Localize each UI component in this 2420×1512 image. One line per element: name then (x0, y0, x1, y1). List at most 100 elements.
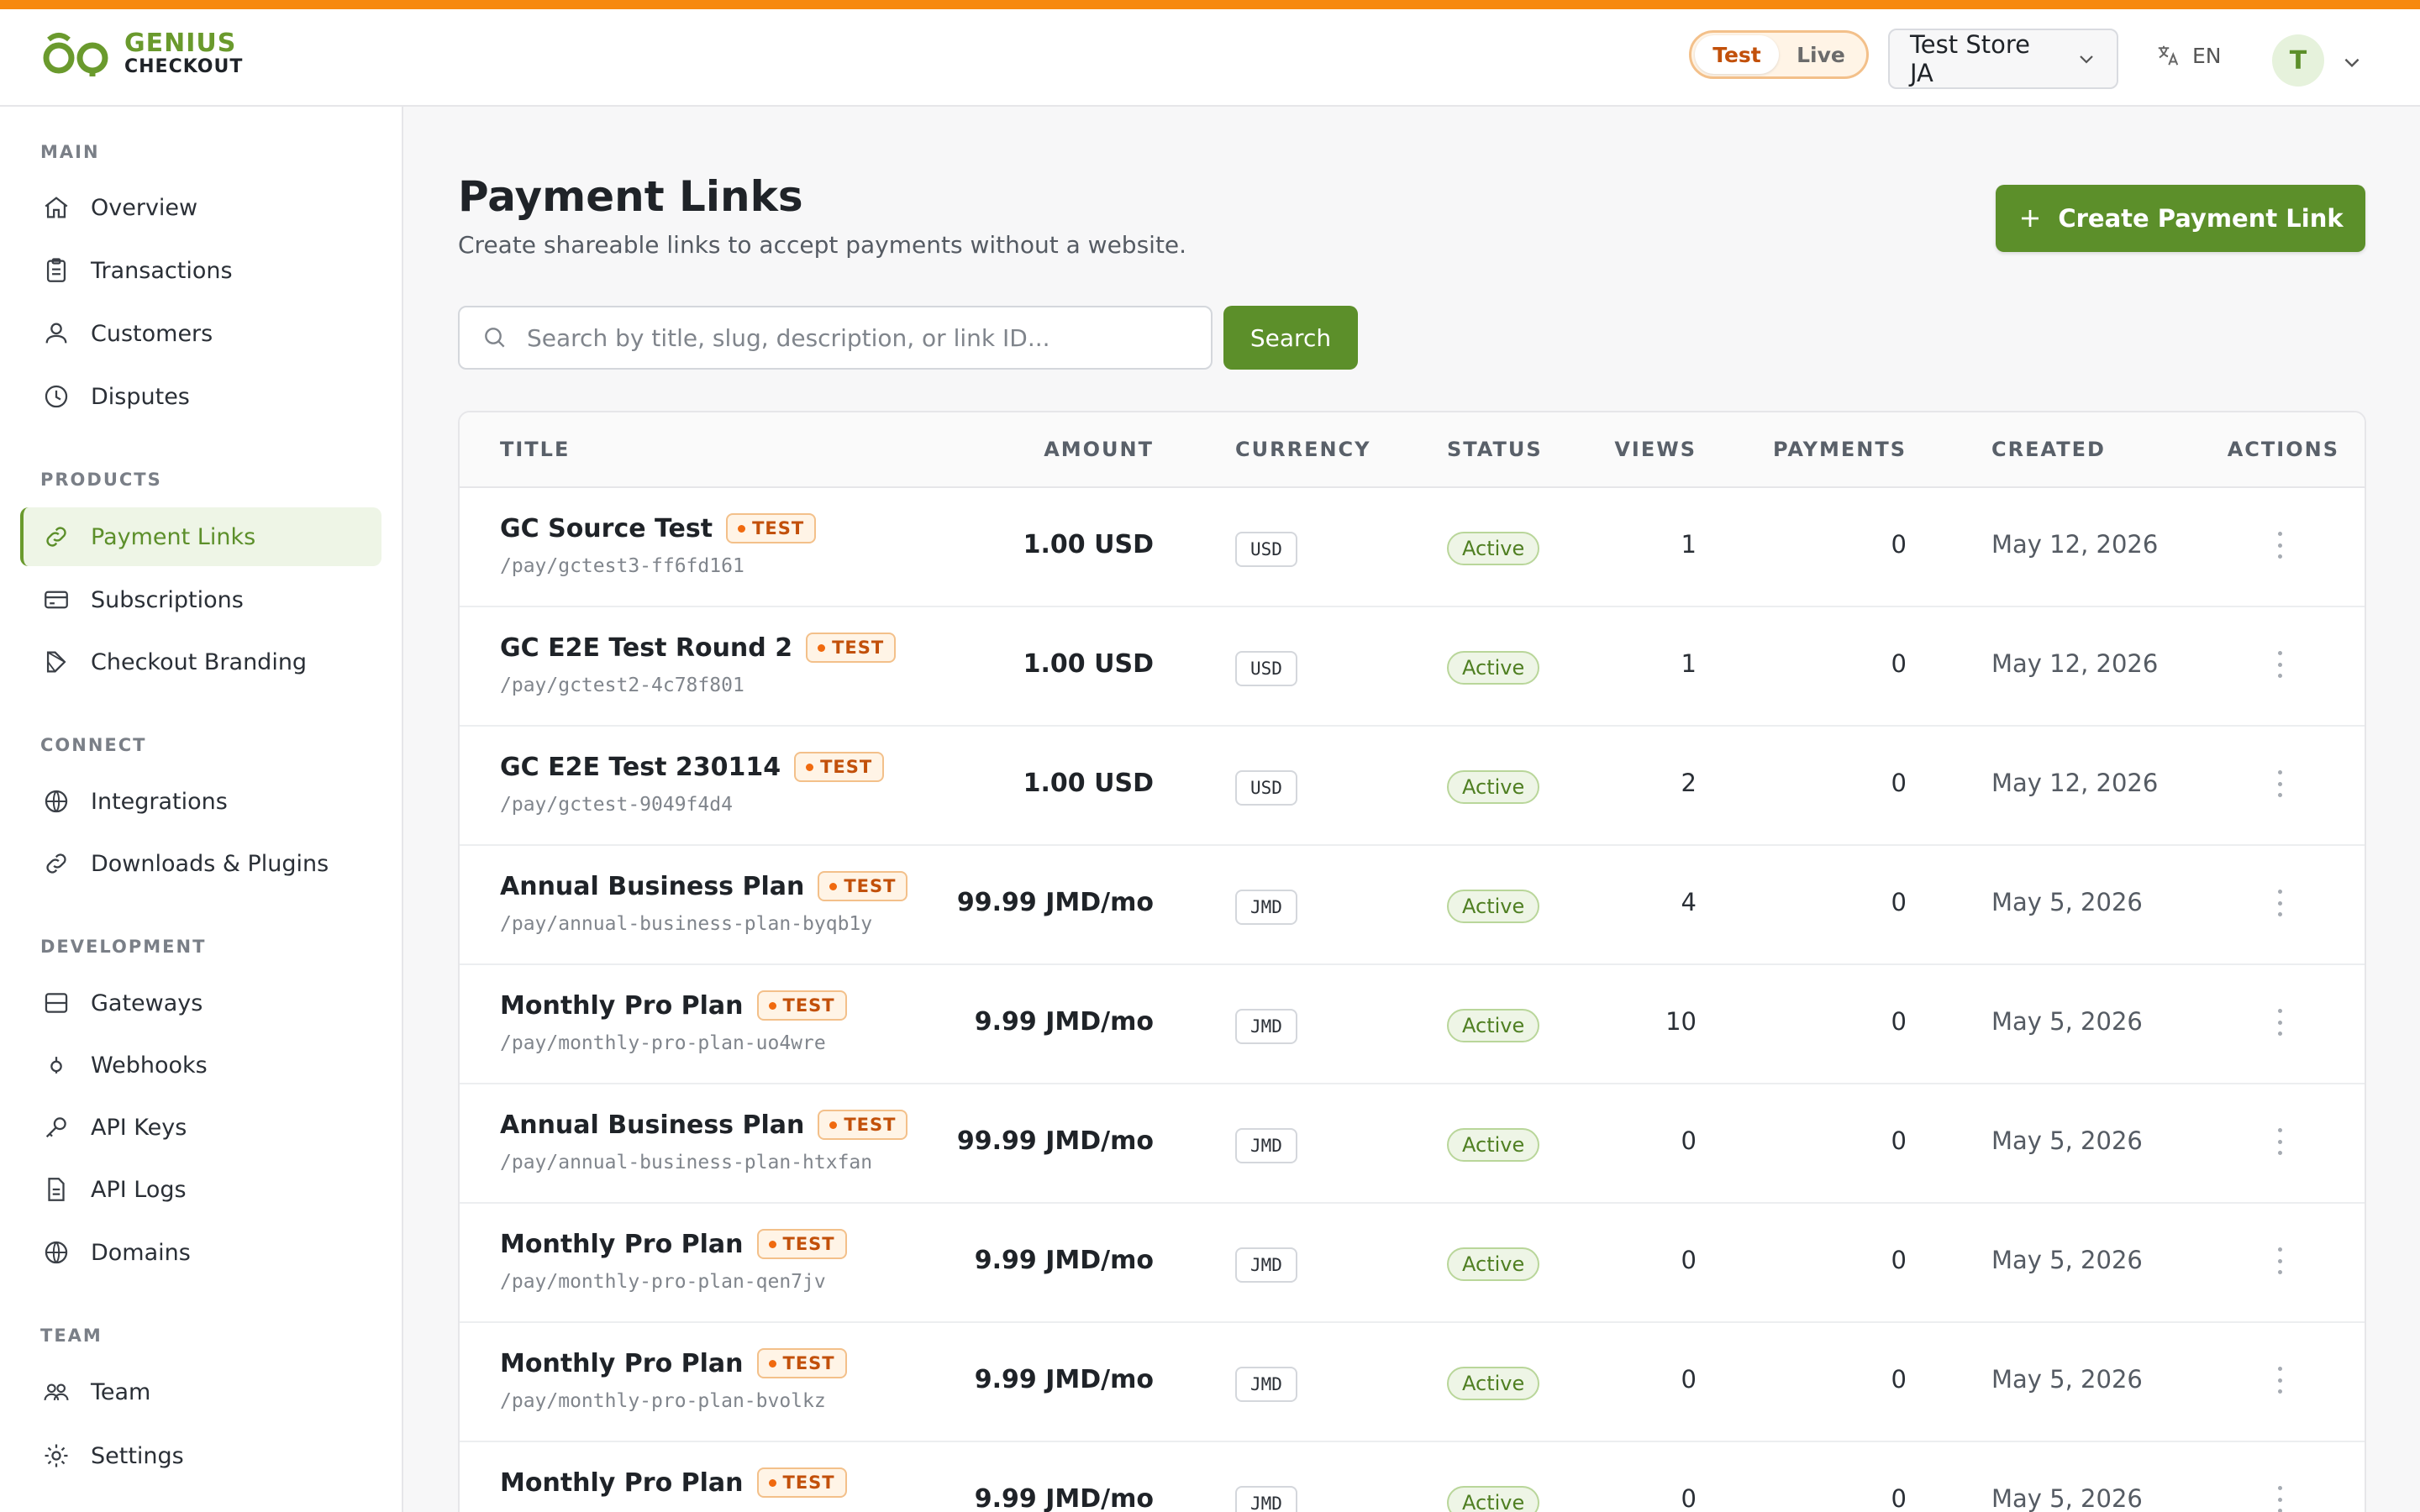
test-badge-label: TEST (832, 638, 885, 658)
test-badge-label: TEST (782, 995, 835, 1016)
column-header-views[interactable]: VIEWS (1614, 438, 1697, 461)
gear-icon (45, 1444, 68, 1467)
table-row[interactable]: Annual Business Plan TEST/pay/annual-busi… (460, 1084, 2365, 1204)
status-badge: Active (1447, 1009, 1540, 1042)
sidebar-item-api-keys[interactable]: API Keys (20, 1098, 381, 1157)
more-actions-icon[interactable] (2271, 1242, 2288, 1279)
store-selector[interactable]: Test Store JA (1888, 29, 2118, 89)
table-row[interactable]: Annual Business Plan TEST/pay/annual-busi… (460, 846, 2365, 965)
link-amount: 99.99 JMD/mo (956, 1126, 1154, 1156)
table-row[interactable]: Monthly Pro Plan TEST/pay/monthly-pro-pla… (460, 1204, 2365, 1323)
created-date: May 5, 2026 (1991, 1126, 2143, 1155)
users-icon (45, 323, 67, 344)
brand-logo[interactable]: GENIUS CHECKOUT (40, 28, 243, 80)
test-live-toggle[interactable]: Test Live (1689, 30, 1869, 79)
sidebar-item-api-logs[interactable]: API Logs (20, 1160, 381, 1219)
sidebar-item-label: Overview (91, 194, 198, 221)
table-row[interactable]: Monthly Pro Plan TEST/pay/monthly-pro-pla… (460, 1323, 2365, 1442)
test-badge-label: TEST (752, 518, 805, 538)
table-row[interactable]: GC Source Test TEST/pay/gctest3-ff6fd161 1… (460, 488, 2365, 607)
payments-count: 0 (1891, 649, 1907, 678)
sidebar-item-subscriptions[interactable]: Subscriptions (20, 570, 381, 629)
link-title[interactable]: Monthly Pro Plan (500, 1349, 744, 1378)
sidebar-item-payment-links[interactable]: Payment Links (20, 507, 381, 566)
sidebar-item-label: Webhooks (91, 1052, 208, 1079)
more-actions-icon[interactable] (2271, 1362, 2288, 1399)
sidebar-item-overview[interactable]: Overview (20, 178, 381, 237)
views-count: 1 (1681, 530, 1697, 559)
status-dot-icon (738, 524, 746, 533)
sidebar-item-customers[interactable]: Customers (20, 304, 381, 363)
table-row[interactable]: GC E2E Test Round 2 TEST/pay/gctest2-4c78… (460, 607, 2365, 727)
mode-test-option[interactable]: Test (1695, 35, 1779, 74)
link-title[interactable]: GC E2E Test 230114 (500, 753, 781, 782)
search-button[interactable]: Search (1223, 306, 1358, 370)
more-actions-icon[interactable] (2271, 1481, 2288, 1512)
column-header-title[interactable]: TITLE (500, 438, 570, 461)
sidebar-item-webhooks[interactable]: Webhooks (20, 1036, 381, 1095)
link-title[interactable]: Annual Business Plan (500, 872, 804, 901)
payments-count: 0 (1891, 530, 1907, 559)
sidebar-item-checkout-branding[interactable]: Checkout Branding (20, 633, 381, 691)
more-actions-icon[interactable] (2271, 885, 2288, 921)
test-badge-label: TEST (820, 757, 873, 777)
link-title-group: GC E2E Test Round 2 TEST (500, 633, 897, 663)
link-amount: 1.00 USD (1023, 530, 1154, 559)
sidebar-item-downloads-plugins[interactable]: Downloads & Plugins (20, 834, 381, 893)
payments-count: 0 (1891, 1007, 1907, 1036)
sidebar-item-transactions[interactable]: Transactions (20, 241, 381, 300)
status-dot-icon (768, 1478, 776, 1487)
column-header-status[interactable]: STATUS (1447, 438, 1543, 461)
link-slug: /pay/annual-business-plan-byqb1y (500, 913, 873, 935)
column-header-currency[interactable]: CURRENCY (1235, 438, 1371, 461)
table-row[interactable]: Monthly Pro Plan TEST 9.99 JMD/mo JMD Active… (460, 1442, 2365, 1512)
more-actions-icon[interactable] (2271, 1123, 2288, 1160)
link-slug: /pay/monthly-pro-plan-bvolkz (500, 1390, 826, 1412)
more-actions-icon[interactable] (2271, 527, 2288, 564)
user-avatar[interactable]: T (2272, 34, 2324, 87)
sidebar-item-label: Disputes (91, 383, 190, 410)
link-title[interactable]: Monthly Pro Plan (500, 1230, 744, 1259)
more-actions-icon[interactable] (2271, 765, 2288, 802)
more-actions-icon[interactable] (2271, 1004, 2288, 1041)
section-label-products: PRODUCTS (40, 470, 162, 490)
status-dot-icon (829, 882, 838, 890)
payments-count: 0 (1891, 1484, 1907, 1512)
sidebar-item-integrations[interactable]: Integrations (20, 772, 381, 831)
column-header-created[interactable]: CREATED (1991, 438, 2106, 461)
key-icon (45, 1117, 66, 1138)
table-row[interactable]: GC E2E Test 230114 TEST/pay/gctest-9049f4… (460, 727, 2365, 846)
sidebar-item-gateways[interactable]: Gateways (20, 974, 381, 1032)
column-header-payments[interactable]: PAYMENTS (1773, 438, 1907, 461)
search-box[interactable] (458, 306, 1213, 370)
test-badge-label: TEST (782, 1353, 835, 1373)
mode-live-option[interactable]: Live (1779, 35, 1863, 74)
create-payment-link-button[interactable]: Create Payment Link (1996, 185, 2365, 252)
globe-icon (45, 790, 68, 813)
status-badge: Active (1447, 1486, 1540, 1512)
test-badge: TEST (726, 513, 817, 543)
sidebar-item-team[interactable]: Team (20, 1362, 381, 1421)
more-actions-icon[interactable] (2271, 646, 2288, 683)
sidebar-item-domains[interactable]: Domains (20, 1223, 381, 1282)
link-title[interactable]: GC Source Test (500, 514, 713, 543)
sidebar-item-label: Team (91, 1378, 151, 1405)
table-row[interactable]: Monthly Pro Plan TEST/pay/monthly-pro-pla… (460, 965, 2365, 1084)
column-header-amount[interactable]: AMOUNT (1044, 438, 1154, 461)
search-input[interactable] (527, 323, 1182, 352)
chevron-down-icon[interactable] (2341, 51, 2363, 73)
sidebar-item-disputes[interactable]: Disputes (20, 367, 381, 426)
link-amount: 9.99 JMD/mo (974, 1007, 1154, 1037)
link-title-group: GC Source Test TEST (500, 513, 817, 543)
test-badge-label: TEST (844, 876, 897, 896)
link-title[interactable]: GC E2E Test Round 2 (500, 633, 792, 663)
link-title-group: GC E2E Test 230114 TEST (500, 752, 885, 782)
link-title[interactable]: Annual Business Plan (500, 1110, 804, 1140)
status-badge: Active (1447, 770, 1540, 804)
status-dot-icon (829, 1121, 838, 1129)
link-title[interactable]: Monthly Pro Plan (500, 1468, 744, 1498)
link-icon (46, 853, 66, 874)
language-switcher[interactable]: EN (2155, 43, 2222, 68)
sidebar-item-settings[interactable]: Settings (20, 1426, 381, 1485)
link-title[interactable]: Monthly Pro Plan (500, 991, 744, 1021)
